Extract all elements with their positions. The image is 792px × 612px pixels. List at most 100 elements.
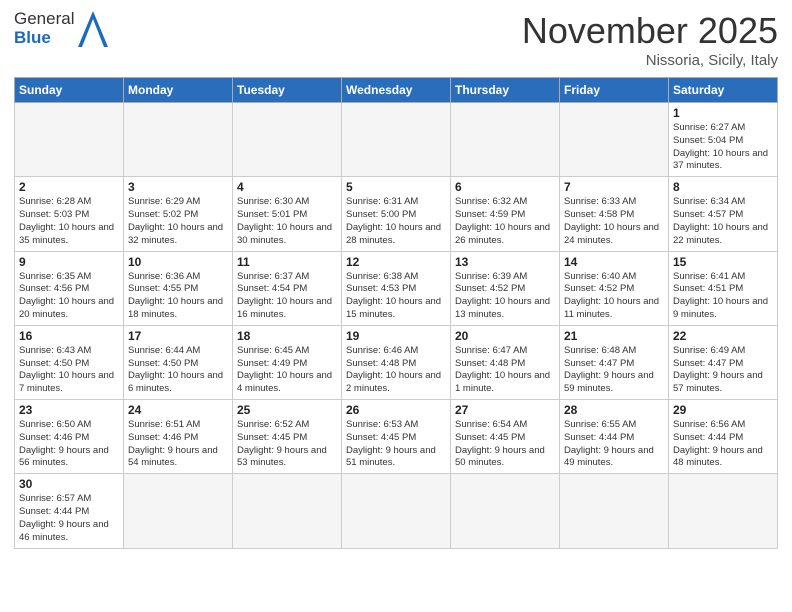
table-row: 5 Sunrise: 6:31 AM Sunset: 5:00 PM Daylig… [342,177,451,251]
table-row: 29Sunrise: 6:56 AM Sunset: 4:44 PM Dayli… [669,400,778,474]
table-row: 19 Sunrise: 6:46 AM Sunset: 4:48 PM Dayli… [342,325,451,399]
table-row: 4 Sunrise: 6:30 AM Sunset: 5:01 PM Daylig… [233,177,342,251]
day-info: Sunrise: 6:30 AM Sunset: 5:01 PM Dayligh… [237,196,337,247]
day-info: Sunrise: 6:53 AM Sunset: 4:45 PM Dayligh… [346,419,446,470]
day-info: Sunrise: 6:45 AM Sunset: 4:49 PM Dayligh… [237,345,337,396]
table-row: 12 Sunrise: 6:38 AM Sunset: 4:53 PM Dayli… [342,251,451,325]
table-row: 2 Sunrise: 6:28 AM Sunset: 5:03 PM Daylig… [15,177,124,251]
header-saturday: Saturday [669,78,778,103]
calendar-week-row: 9Sunrise: 6:35 AM Sunset: 4:56 PM Daylig… [15,251,778,325]
table-row [124,474,233,548]
day-number: 20 [455,329,555,343]
table-row: 30 Sunrise: 6:57 AM Sunset: 4:44 PM Dayli… [15,474,124,548]
table-row: 8 Sunrise: 6:34 AM Sunset: 4:57 PM Daylig… [669,177,778,251]
day-info: Sunrise: 6:35 AM Sunset: 4:56 PM Dayligh… [19,271,119,322]
day-number: 24 [128,403,228,417]
day-number: 14 [564,255,664,269]
day-info: Sunrise: 6:28 AM Sunset: 5:03 PM Dayligh… [19,196,119,247]
logo-general-text: General [14,10,74,29]
day-info: Sunrise: 6:32 AM Sunset: 4:59 PM Dayligh… [455,196,555,247]
header-thursday: Thursday [451,78,560,103]
location: Nissoria, Sicily, Italy [522,52,778,69]
day-number: 5 [346,180,446,194]
table-row: 3Sunrise: 6:29 AM Sunset: 5:02 PM Daylig… [124,177,233,251]
day-info: Sunrise: 6:52 AM Sunset: 4:45 PM Dayligh… [237,419,337,470]
page: General Blue November 2025 Nissoria, Sic… [0,0,792,612]
day-info: Sunrise: 6:44 AM Sunset: 4:50 PM Dayligh… [128,345,228,396]
day-number: 29 [673,403,773,417]
table-row [560,103,669,177]
day-number: 23 [19,403,119,417]
table-row: 13Sunrise: 6:39 AM Sunset: 4:52 PM Dayli… [451,251,560,325]
table-row [669,474,778,548]
table-row [451,103,560,177]
day-number: 11 [237,255,337,269]
day-info: Sunrise: 6:34 AM Sunset: 4:57 PM Dayligh… [673,196,773,247]
month-title: November 2025 [522,10,778,52]
day-info: Sunrise: 6:47 AM Sunset: 4:48 PM Dayligh… [455,345,555,396]
day-number: 19 [346,329,446,343]
day-info: Sunrise: 6:27 AM Sunset: 5:04 PM Dayligh… [673,122,773,173]
logo: General Blue [14,10,108,47]
table-row: 28 Sunrise: 6:55 AM Sunset: 4:44 PM Dayli… [560,400,669,474]
calendar-week-row: 23Sunrise: 6:50 AM Sunset: 4:46 PM Dayli… [15,400,778,474]
day-info: Sunrise: 6:43 AM Sunset: 4:50 PM Dayligh… [19,345,119,396]
day-info: Sunrise: 6:40 AM Sunset: 4:52 PM Dayligh… [564,271,664,322]
day-number: 28 [564,403,664,417]
day-number: 30 [19,477,119,491]
day-info: Sunrise: 6:55 AM Sunset: 4:44 PM Dayligh… [564,419,664,470]
day-info: Sunrise: 6:31 AM Sunset: 5:00 PM Dayligh… [346,196,446,247]
table-row: 22Sunrise: 6:49 AM Sunset: 4:47 PM Dayli… [669,325,778,399]
day-info: Sunrise: 6:51 AM Sunset: 4:46 PM Dayligh… [128,419,228,470]
table-row: 15Sunrise: 6:41 AM Sunset: 4:51 PM Dayli… [669,251,778,325]
table-row: 7Sunrise: 6:33 AM Sunset: 4:58 PM Daylig… [560,177,669,251]
title-block: November 2025 Nissoria, Sicily, Italy [522,10,778,69]
day-number: 2 [19,180,119,194]
table-row: 17Sunrise: 6:44 AM Sunset: 4:50 PM Dayli… [124,325,233,399]
table-row [233,103,342,177]
table-row: 14 Sunrise: 6:40 AM Sunset: 4:52 PM Dayli… [560,251,669,325]
table-row: 11Sunrise: 6:37 AM Sunset: 4:54 PM Dayli… [233,251,342,325]
day-number: 8 [673,180,773,194]
table-row [15,103,124,177]
table-row: 10Sunrise: 6:36 AM Sunset: 4:55 PM Dayli… [124,251,233,325]
day-info: Sunrise: 6:38 AM Sunset: 4:53 PM Dayligh… [346,271,446,322]
table-row: 21 Sunrise: 6:48 AM Sunset: 4:47 PM Dayli… [560,325,669,399]
day-number: 6 [455,180,555,194]
table-row [560,474,669,548]
day-info: Sunrise: 6:36 AM Sunset: 4:55 PM Dayligh… [128,271,228,322]
day-number: 7 [564,180,664,194]
day-number: 3 [128,180,228,194]
table-row: 20 Sunrise: 6:47 AM Sunset: 4:48 PM Dayli… [451,325,560,399]
day-info: Sunrise: 6:39 AM Sunset: 4:52 PM Dayligh… [455,271,555,322]
calendar-header-row: Sunday Monday Tuesday Wednesday Thursday… [15,78,778,103]
day-info: Sunrise: 6:41 AM Sunset: 4:51 PM Dayligh… [673,271,773,322]
table-row: 1 Sunrise: 6:27 AM Sunset: 5:04 PM Daylig… [669,103,778,177]
table-row: 16Sunrise: 6:43 AM Sunset: 4:50 PM Dayli… [15,325,124,399]
day-number: 12 [346,255,446,269]
header-wednesday: Wednesday [342,78,451,103]
table-row [233,474,342,548]
logo-blue-text: Blue [14,29,74,48]
header-sunday: Sunday [15,78,124,103]
day-number: 26 [346,403,446,417]
day-info: Sunrise: 6:54 AM Sunset: 4:45 PM Dayligh… [455,419,555,470]
day-number: 21 [564,329,664,343]
table-row: 9Sunrise: 6:35 AM Sunset: 4:56 PM Daylig… [15,251,124,325]
logo-triangle-icon [78,11,108,47]
day-number: 18 [237,329,337,343]
calendar-week-row: 2 Sunrise: 6:28 AM Sunset: 5:03 PM Daylig… [15,177,778,251]
table-row [124,103,233,177]
day-number: 4 [237,180,337,194]
table-row [342,103,451,177]
day-number: 1 [673,106,773,120]
day-info: Sunrise: 6:57 AM Sunset: 4:44 PM Dayligh… [19,493,119,544]
logo-icon: General Blue [14,10,108,47]
calendar: Sunday Monday Tuesday Wednesday Thursday… [14,77,778,549]
calendar-week-row: 30 Sunrise: 6:57 AM Sunset: 4:44 PM Dayli… [15,474,778,548]
day-number: 25 [237,403,337,417]
day-info: Sunrise: 6:48 AM Sunset: 4:47 PM Dayligh… [564,345,664,396]
day-number: 22 [673,329,773,343]
table-row: 25 Sunrise: 6:52 AM Sunset: 4:45 PM Dayli… [233,400,342,474]
day-info: Sunrise: 6:46 AM Sunset: 4:48 PM Dayligh… [346,345,446,396]
